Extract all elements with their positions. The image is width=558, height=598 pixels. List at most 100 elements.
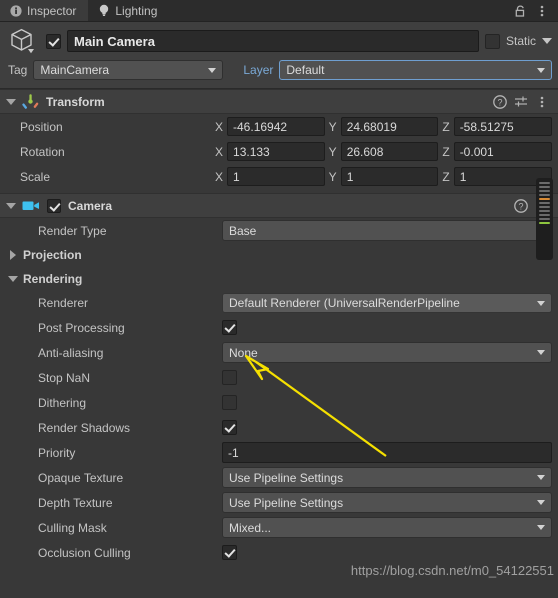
camera-component-header[interactable]: Camera ? [0, 193, 558, 218]
transform-rotation-row: Rotation X 13.133 Y 26.608 Z -0.001 [0, 139, 558, 164]
render-shadows-label: Render Shadows [38, 420, 131, 435]
camera-enabled-checkbox[interactable] [47, 198, 61, 213]
tag-label: Tag [8, 63, 28, 77]
lock-icon[interactable] [510, 1, 530, 21]
transform-scale-row: Scale X 1 Y 1 Z 1 [0, 164, 558, 189]
camera-title: Camera [68, 198, 113, 213]
chevron-down-icon [537, 67, 545, 73]
opaque-texture-label: Opaque Texture [38, 470, 124, 485]
position-y-input[interactable]: 24.68019 [340, 117, 439, 136]
rotation-label: Rotation [20, 144, 65, 159]
culling-mask-row: Culling Mask Mixed... [0, 515, 558, 540]
depth-texture-row: Depth Texture Use Pipeline Settings [0, 490, 558, 515]
renderer-row: Renderer Default Renderer (UniversalRend… [0, 291, 558, 315]
rendering-foldout-toggle[interactable] [6, 273, 19, 286]
chevron-down-icon [537, 350, 545, 355]
widget-tick [539, 182, 550, 184]
tab-inspector-label: Inspector [27, 3, 77, 18]
widget-tick [539, 214, 550, 216]
priority-label: Priority [38, 445, 76, 460]
watermark-text: https://blog.csdn.net/m0_54122551 [350, 563, 554, 578]
depth-texture-label: Depth Texture [38, 495, 113, 510]
gameobject-name-value: Main Camera [74, 33, 155, 49]
occlusion-culling-label: Occlusion Culling [38, 545, 131, 560]
position-z-input[interactable]: -58.51275 [453, 117, 553, 136]
depth-texture-dropdown[interactable]: Use Pipeline Settings [222, 492, 552, 513]
transform-foldout-toggle[interactable] [4, 95, 17, 108]
tab-inspector[interactable]: Inspector [0, 0, 89, 21]
opaque-texture-dropdown[interactable]: Use Pipeline Settings [222, 467, 552, 488]
rotation-x-input[interactable]: 13.133 [227, 142, 325, 161]
widget-tick-green [539, 222, 550, 224]
render-type-dropdown[interactable]: Base [222, 220, 552, 241]
transform-component-header[interactable]: Transform ? [0, 89, 558, 114]
rotation-z-input[interactable]: -0.001 [453, 142, 553, 161]
kebab-menu-icon[interactable] [532, 92, 552, 112]
priority-input[interactable]: -1 [222, 442, 552, 463]
tag-value: MainCamera [40, 63, 110, 77]
renderer-value: Default Renderer (UniversalRenderPipelin… [229, 296, 460, 310]
tab-lighting-label: Lighting [115, 3, 158, 18]
position-x-input[interactable]: -46.16942 [227, 117, 325, 136]
layer-label: Layer [243, 63, 274, 77]
scale-x-input[interactable]: 1 [227, 167, 325, 186]
renderer-dropdown[interactable]: Default Renderer (UniversalRenderPipelin… [222, 293, 552, 313]
widget-tick [539, 202, 550, 204]
camera-body: Render Type Base Projection Rendering Re… [0, 218, 558, 565]
axis-z-label: Z [442, 144, 450, 159]
dithering-checkbox[interactable] [222, 395, 237, 410]
culling-mask-label: Culling Mask [38, 520, 107, 535]
static-dropdown-caret-icon[interactable] [542, 38, 552, 44]
anti-aliasing-dropdown[interactable]: None [222, 342, 552, 363]
axis-z-label: Z [442, 169, 450, 184]
projection-foldout-toggle[interactable] [6, 249, 19, 262]
info-icon [9, 4, 22, 17]
projection-foldout[interactable]: Projection [0, 243, 558, 267]
tag-dropdown[interactable]: MainCamera [33, 60, 224, 80]
rendering-label: Rendering [23, 272, 83, 286]
widget-tick [539, 206, 550, 208]
post-processing-checkbox[interactable] [222, 320, 237, 335]
kebab-menu-icon[interactable] [532, 1, 552, 21]
tabbar-actions [510, 0, 558, 21]
scene-overlay-widget[interactable] [536, 178, 553, 260]
opaque-texture-value: Use Pipeline Settings [229, 470, 344, 485]
render-shadows-checkbox[interactable] [222, 420, 237, 435]
gameobject-enabled-checkbox[interactable] [46, 33, 61, 49]
preset-sliders-icon[interactable] [511, 92, 531, 112]
rendering-foldout[interactable]: Rendering [0, 267, 558, 291]
transform-header-actions: ? [490, 92, 552, 112]
static-label: Static [505, 34, 536, 48]
layer-dropdown[interactable]: Default [279, 60, 552, 80]
svg-text:?: ? [497, 97, 502, 107]
rotation-y-input[interactable]: 26.608 [340, 142, 439, 161]
opaque-texture-row: Opaque Texture Use Pipeline Settings [0, 465, 558, 490]
scale-y-input[interactable]: 1 [340, 167, 439, 186]
camera-component-icon [22, 199, 40, 212]
scale-x-value: 1 [233, 169, 240, 184]
static-checkbox[interactable] [484, 33, 500, 49]
culling-mask-dropdown[interactable]: Mixed... [222, 517, 552, 538]
occlusion-culling-checkbox[interactable] [222, 545, 237, 560]
rotation-z-value: -0.001 [459, 144, 494, 159]
anti-aliasing-row: Anti-aliasing None [0, 340, 558, 365]
gameobject-name-input[interactable]: Main Camera [67, 30, 479, 52]
transform-gizmo-icon [22, 93, 39, 110]
position-y-value: 24.68019 [346, 119, 397, 134]
depth-texture-value: Use Pipeline Settings [229, 495, 344, 510]
chevron-down-icon [537, 500, 545, 505]
axis-z-label: Z [442, 119, 450, 134]
position-label: Position [20, 119, 63, 134]
stop-nan-checkbox[interactable] [222, 370, 237, 385]
axis-x-label: X [215, 144, 224, 159]
cube-gameobject-icon[interactable] [6, 26, 40, 56]
help-icon[interactable]: ? [511, 196, 531, 216]
axis-y-label: Y [328, 169, 337, 184]
post-processing-row: Post Processing [0, 315, 558, 340]
tab-lighting[interactable]: Lighting [88, 0, 169, 21]
help-icon[interactable]: ? [490, 92, 510, 112]
widget-tick [539, 218, 550, 220]
dithering-label: Dithering [38, 395, 87, 410]
camera-foldout-toggle[interactable] [4, 199, 17, 212]
rotation-y-value: 26.608 [346, 144, 384, 159]
